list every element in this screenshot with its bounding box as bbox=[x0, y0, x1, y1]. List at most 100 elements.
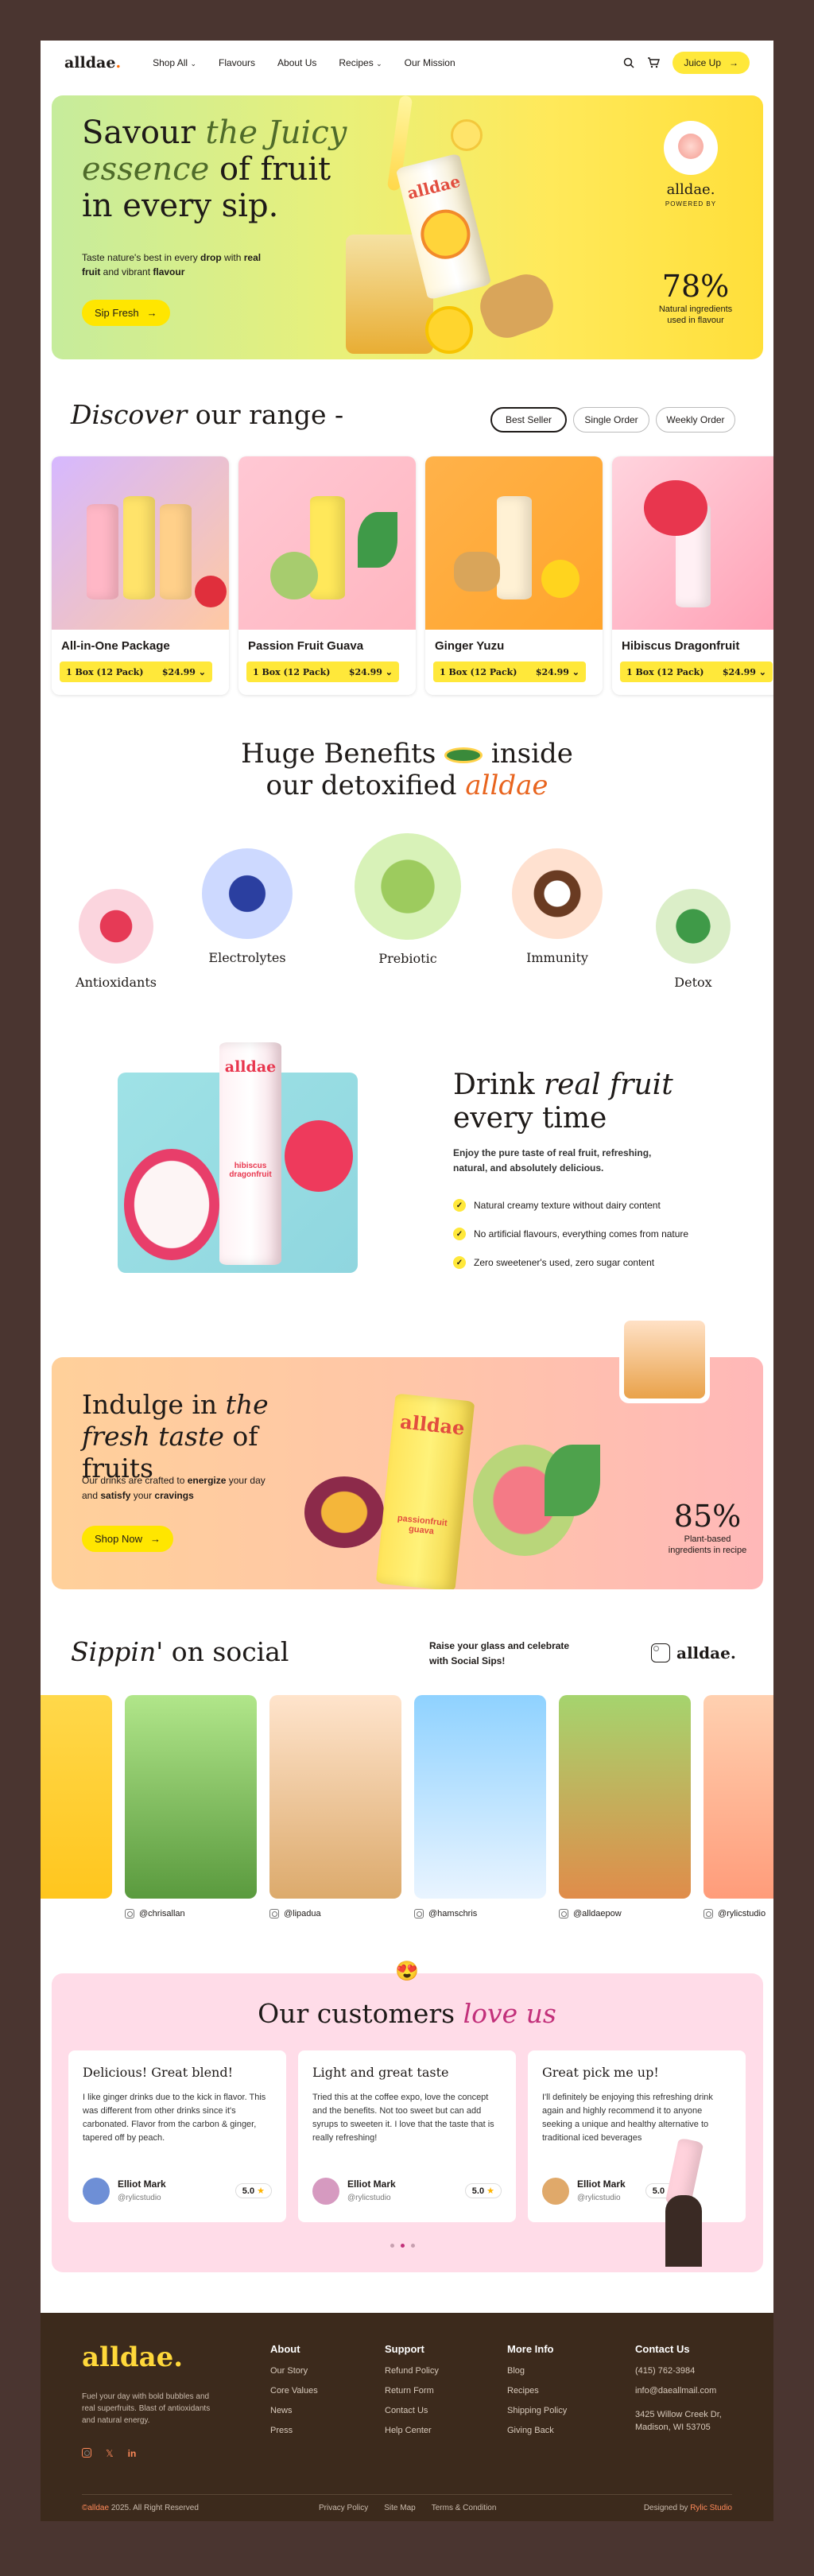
legal-links: Privacy Policy Site Map Terms & Conditio… bbox=[319, 2504, 496, 2512]
footer-link[interactable]: Contact Us bbox=[385, 2406, 439, 2415]
coconut-drink-icon bbox=[355, 833, 461, 940]
rating-badge: 5.0 ★ bbox=[464, 2183, 502, 2198]
chevron-down-icon: ⌄ bbox=[376, 60, 382, 68]
hibiscus-flower bbox=[285, 1120, 353, 1192]
social-handle[interactable]: @chrisallan bbox=[125, 1909, 185, 1918]
chevron-down-icon: ⌄ bbox=[758, 666, 766, 677]
footer-link[interactable]: Refund Policy bbox=[385, 2366, 439, 2376]
privacy-policy-link[interactable]: Privacy Policy bbox=[319, 2504, 368, 2512]
footer-logo[interactable]: alldae. bbox=[82, 2341, 183, 2373]
footer-link[interactable]: Blog bbox=[507, 2366, 567, 2376]
social-post[interactable] bbox=[704, 1695, 773, 1899]
check-icon: ✓ bbox=[453, 1256, 466, 1269]
product-fruit bbox=[270, 552, 318, 599]
footer-link[interactable]: News bbox=[270, 2406, 318, 2415]
range-title: Discover our range - bbox=[71, 399, 344, 430]
designed-by: Designed by Rylic Studio bbox=[643, 2504, 732, 2512]
social-post[interactable] bbox=[41, 1695, 112, 1899]
benefit-detox: Detox bbox=[649, 889, 737, 990]
hand-with-can bbox=[656, 2137, 711, 2267]
product-pack-select[interactable]: 1 Box (12 Pack) $24.99 ⌄ bbox=[60, 661, 212, 682]
filter-best-seller[interactable]: Best Seller bbox=[490, 407, 567, 433]
instagram-icon[interactable] bbox=[82, 2448, 91, 2458]
main-menu: Shop All ⌄ Flavours About Us Recipes ⌄ O… bbox=[153, 57, 455, 68]
shop-now-button[interactable]: Shop Now → bbox=[82, 1526, 173, 1552]
review-title: Great pick me up! bbox=[542, 2065, 659, 2080]
drink-description: Enjoy the pure taste of real fruit, refr… bbox=[453, 1147, 652, 1174]
footer-link[interactable]: Help Center bbox=[385, 2426, 439, 2435]
thumbnail-image bbox=[624, 1321, 705, 1399]
social-post[interactable] bbox=[125, 1695, 257, 1899]
reviewer: Elliot Mark @rylicstudio bbox=[542, 2178, 626, 2205]
carousel-dot[interactable] bbox=[390, 2244, 394, 2248]
footer-contact: Contact Us (415) 762-3984 info@daeallmai… bbox=[635, 2343, 722, 2432]
page: alldae. Shop All ⌄ Flavours About Us Rec… bbox=[41, 41, 773, 2521]
review-card: Great pick me up! I'll definitely be enj… bbox=[528, 2050, 746, 2222]
filter-single-order[interactable]: Single Order bbox=[573, 407, 649, 433]
product-can bbox=[160, 504, 192, 599]
avatar bbox=[542, 2178, 569, 2205]
eye-icon bbox=[444, 747, 483, 763]
footer-link[interactable]: Shipping Policy bbox=[507, 2406, 567, 2415]
social-post[interactable] bbox=[269, 1695, 401, 1899]
footer-link[interactable]: Recipes bbox=[507, 2386, 567, 2396]
product-pack-select[interactable]: 1 Box (12 Pack) $24.99 ⌄ bbox=[620, 661, 773, 682]
carousel-dot[interactable] bbox=[411, 2244, 415, 2248]
instagram-icon bbox=[269, 1909, 279, 1918]
cart-icon[interactable] bbox=[647, 57, 661, 68]
search-icon[interactable] bbox=[623, 57, 634, 68]
linkedin-icon[interactable]: in bbox=[128, 2448, 137, 2459]
social-post[interactable] bbox=[559, 1695, 691, 1899]
review-text: I like ginger drinks due to the kick in … bbox=[83, 2093, 266, 2143]
blueberry-icon bbox=[202, 848, 293, 939]
brand-badge bbox=[664, 121, 718, 175]
footer-link[interactable]: Our Story bbox=[270, 2366, 318, 2376]
hero-banner: Savour the Juicy essence of fruit in eve… bbox=[52, 95, 763, 359]
review-title: Light and great taste bbox=[312, 2065, 449, 2080]
social-handle[interactable]: @rylicstudio bbox=[704, 1909, 766, 1918]
footer-phone[interactable]: (415) 762-3984 bbox=[635, 2366, 722, 2376]
social-handle[interactable]: @lipadua bbox=[269, 1909, 321, 1918]
instagram-icon bbox=[125, 1909, 134, 1918]
footer-link[interactable]: Press bbox=[270, 2426, 318, 2435]
top-nav: alldae. Shop All ⌄ Flavours About Us Rec… bbox=[41, 41, 773, 85]
product-pack-select[interactable]: 1 Box (12 Pack) $24.99 ⌄ bbox=[433, 661, 586, 682]
social-handle[interactable]: @alldaepow bbox=[559, 1909, 622, 1918]
menu-shop-all[interactable]: Shop All ⌄ bbox=[153, 57, 196, 68]
menu-recipes[interactable]: Recipes ⌄ bbox=[339, 57, 382, 68]
menu-about-us[interactable]: About Us bbox=[277, 57, 316, 68]
juice-up-button[interactable]: Juice Up → bbox=[673, 52, 750, 74]
product-card[interactable]: Ginger Yuzu 1 Box (12 Pack) $24.99 ⌄ bbox=[425, 456, 603, 695]
chevron-down-icon: ⌄ bbox=[385, 666, 393, 677]
product-card[interactable]: Passion Fruit Guava 1 Box (12 Pack) $24.9… bbox=[238, 456, 416, 695]
benefits-title: Huge Benefits inside our detoxified alld… bbox=[241, 738, 573, 801]
product-pack-select[interactable]: 1 Box (12 Pack) $24.99 ⌄ bbox=[246, 661, 399, 682]
social-post[interactable] bbox=[414, 1695, 546, 1899]
footer-support: Support Refund Policy Return Form Contac… bbox=[385, 2343, 439, 2435]
drink-can: alldae hibiscus dragonfruit bbox=[219, 1042, 281, 1265]
social-title: Sippin' on social bbox=[71, 1636, 289, 1667]
footer-link[interactable]: Giving Back bbox=[507, 2426, 567, 2435]
terms-link[interactable]: Terms & Condition bbox=[432, 2504, 497, 2512]
arrow-right-icon: → bbox=[729, 57, 738, 68]
designer-link[interactable]: Rylic Studio bbox=[690, 2504, 732, 2512]
x-icon[interactable]: 𝕏 bbox=[106, 2448, 114, 2459]
filter-weekly-order[interactable]: Weekly Order bbox=[656, 407, 735, 433]
product-can bbox=[87, 504, 118, 599]
sip-fresh-button[interactable]: Sip Fresh → bbox=[82, 300, 170, 326]
instagram-link[interactable]: alldae. bbox=[651, 1643, 736, 1662]
aloe-icon bbox=[656, 889, 731, 964]
product-card[interactable]: All-in-One Package 1 Box (12 Pack) $24.99… bbox=[52, 456, 229, 695]
product-card[interactable]: Hibiscus Dragonfruit 1 Box (12 Pack) $24.… bbox=[612, 456, 773, 695]
footer-link[interactable]: Core Values bbox=[270, 2386, 318, 2396]
hero-stat: 78% Natural ingredients used in flavour bbox=[658, 269, 733, 325]
menu-our-mission[interactable]: Our Mission bbox=[405, 57, 455, 68]
social-handle[interactable]: @hamschris bbox=[414, 1909, 477, 1918]
menu-flavours[interactable]: Flavours bbox=[219, 57, 255, 68]
footer-email[interactable]: info@daeallmail.com bbox=[635, 2386, 722, 2396]
rating-badge: 5.0 ★ bbox=[235, 2183, 272, 2198]
brand-logo[interactable]: alldae. bbox=[64, 54, 121, 72]
carousel-dot[interactable] bbox=[401, 2244, 405, 2248]
site-map-link[interactable]: Site Map bbox=[384, 2504, 415, 2512]
footer-link[interactable]: Return Form bbox=[385, 2386, 439, 2396]
